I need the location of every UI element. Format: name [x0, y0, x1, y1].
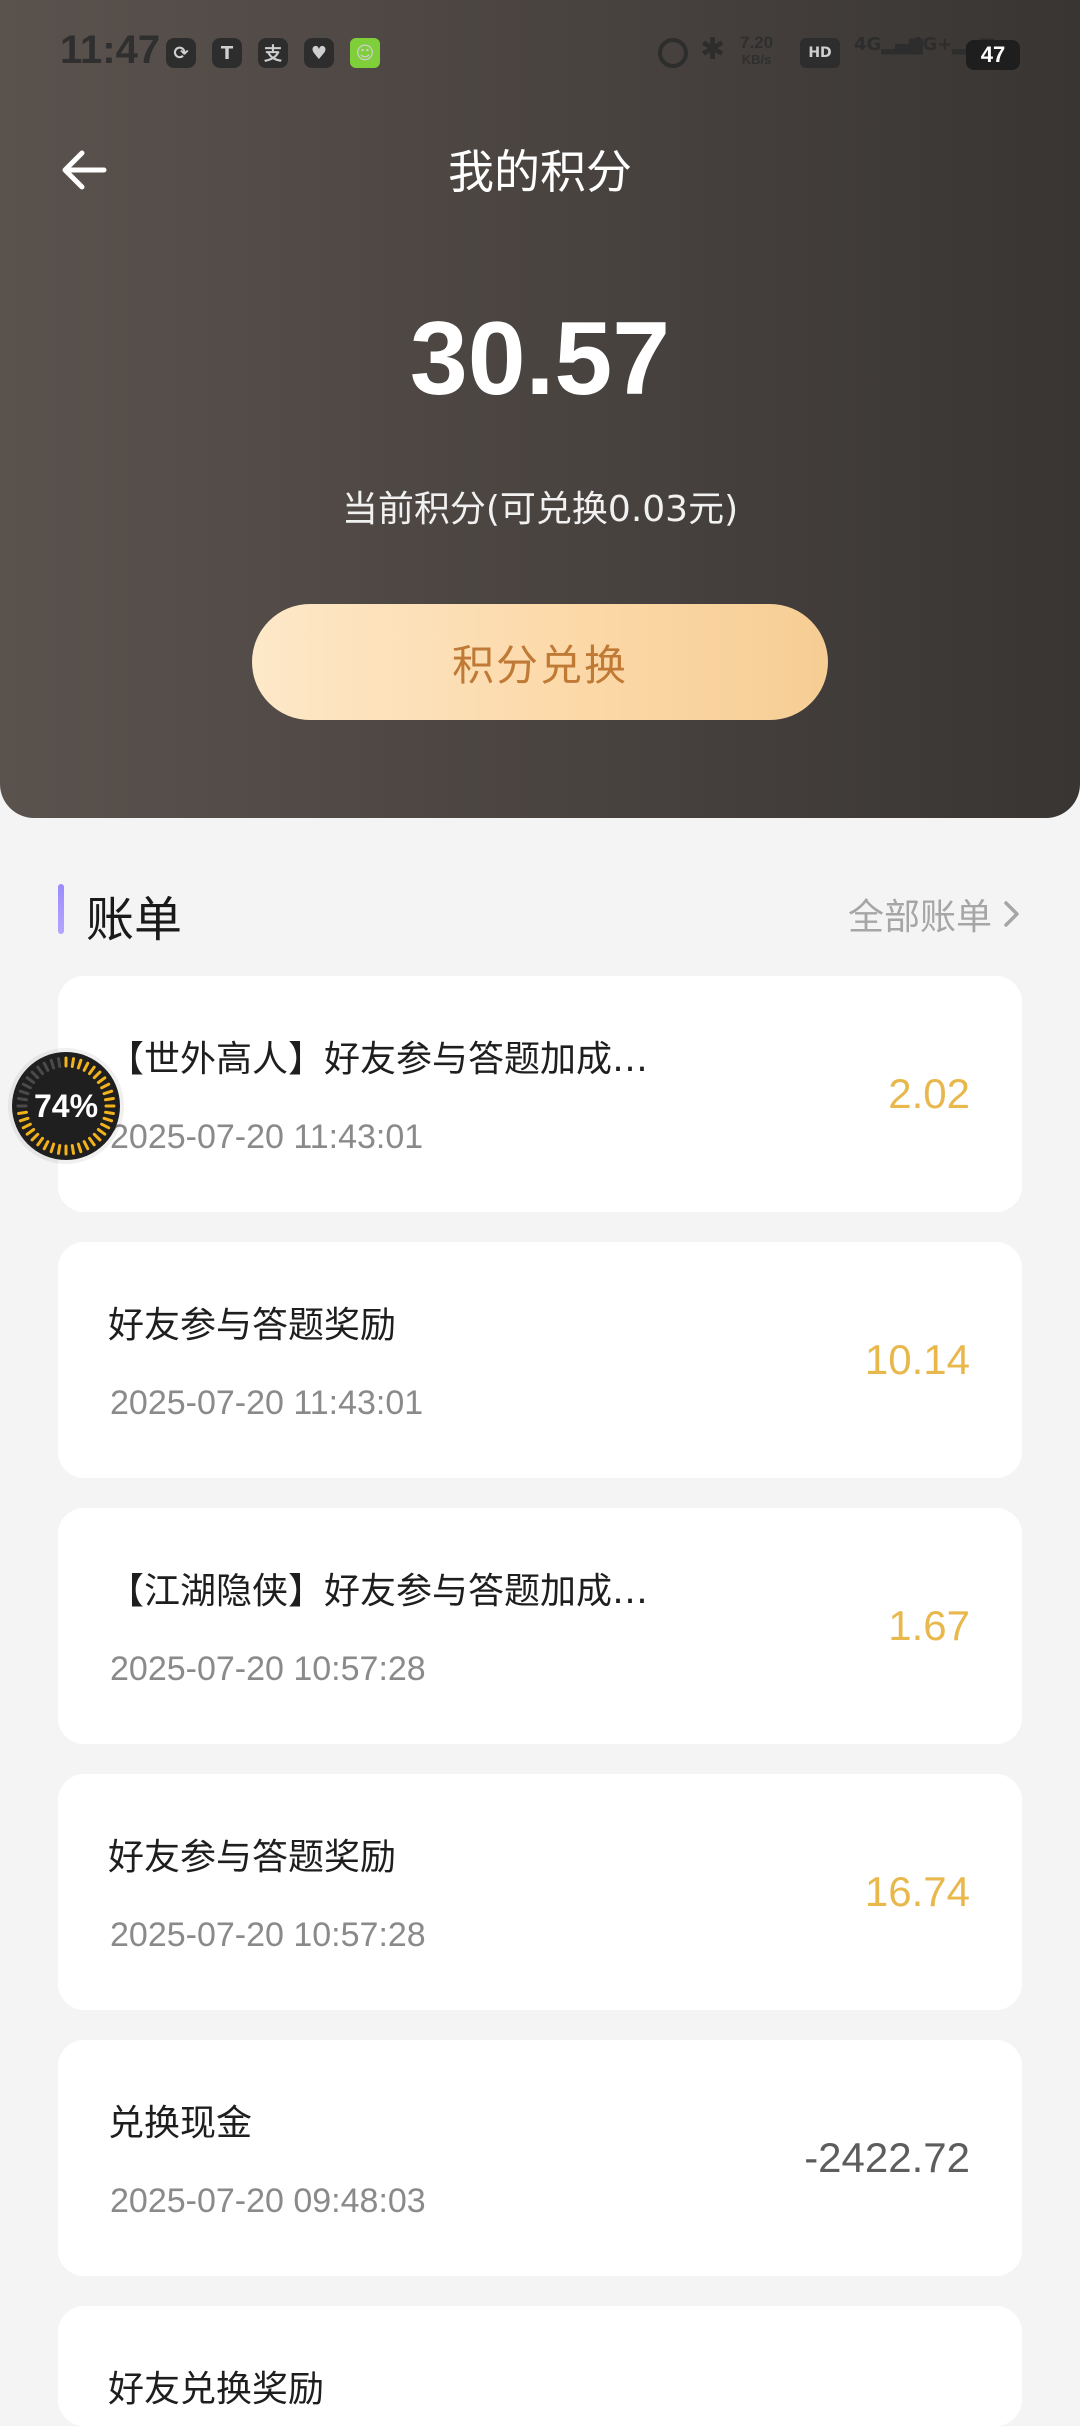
transaction-card[interactable]: 【江湖隐侠】好友参与答题加成… 2025-07-20 10:57:28 1.67 — [58, 1508, 1022, 1744]
transaction-amount: 16.74 — [864, 1868, 970, 1915]
transaction-amount: 10.14 — [864, 1336, 970, 1383]
bill-section-header: 账单 全部账单 — [58, 878, 1022, 948]
transaction-date: 2025-07-20 10:57:28 — [110, 1650, 426, 1688]
shield-app-icon: T — [212, 38, 242, 68]
transaction-date: 2025-07-20 09:48:03 — [110, 2182, 426, 2220]
transaction-title: 【世外高人】好友参与答题加成… — [108, 1039, 649, 1080]
chevron-right-icon — [1004, 901, 1019, 927]
transaction-card[interactable]: 好友兑换奖励 — [58, 2306, 1022, 2426]
transaction-card[interactable]: 【世外高人】好友参与答题加成… 2025-07-20 11:43:01 2.02 — [58, 976, 1022, 1212]
points-header: 11:47 ⟳ T 支 ♥ ☺ ✱ 7.20 KB/s HD 4G▂▄▆ 4G+… — [0, 0, 1080, 818]
alipay-icon: 支 — [258, 38, 288, 68]
points-value: 30.57 — [409, 301, 671, 417]
all-bills-label: 全部账单 — [847, 897, 992, 938]
battery-indicator: 47 — [966, 40, 1020, 70]
transaction-card[interactable]: 好友参与答题奖励 2025-07-20 10:57:28 16.74 — [58, 1774, 1022, 2010]
transaction-title: 好友参与答题奖励 — [108, 1305, 397, 1346]
sync-icon: ⟳ — [166, 38, 196, 68]
bluetooth-icon: ✱ — [700, 32, 726, 67]
page-title: 我的积分 — [448, 145, 632, 199]
transaction-amount: -2422.72 — [804, 2134, 970, 2181]
status-time: 11:47 — [60, 28, 161, 72]
transaction-date: 2025-07-20 11:43:01 — [110, 1118, 424, 1156]
all-bills-link[interactable]: 全部账单 — [848, 888, 1022, 940]
transaction-card[interactable]: 好友参与答题奖励 2025-07-20 11:43:01 10.14 — [58, 1242, 1022, 1478]
transaction-title: 好友参与答题奖励 — [108, 1837, 397, 1878]
bill-title: 账单 — [86, 892, 183, 948]
hd-icon: HD — [800, 38, 840, 68]
transaction-title: 【江湖隐侠】好友参与答题加成… — [108, 1571, 649, 1612]
net-speed: 7.20 KB/s — [740, 33, 774, 67]
game-app-icon: ☺ — [350, 38, 380, 68]
bill-accent-bar — [58, 884, 64, 934]
progress-percent: 74% — [33, 1087, 99, 1124]
transaction-date: 2025-07-20 11:43:01 — [110, 1384, 424, 1422]
transaction-amount: 2.02 — [888, 1070, 970, 1117]
alarm-icon — [658, 38, 688, 68]
transaction-card[interactable]: 兑换现金 2025-07-20 09:48:03 -2422.72 — [58, 2040, 1022, 2276]
points-subtitle: 当前积分(可兑换0.03元) — [341, 489, 739, 530]
floating-progress-badge[interactable]: 74% — [12, 1052, 120, 1160]
transaction-amount: 1.67 — [888, 1602, 970, 1649]
transaction-date: 2025-07-20 10:57:28 — [110, 1916, 426, 1954]
points-exchange-button[interactable]: 积分兑换 — [252, 604, 828, 720]
status-bar: 11:47 ⟳ T 支 ♥ ☺ ✱ 7.20 KB/s HD 4G▂▄▆ 4G+… — [0, 0, 1080, 110]
heart-app-icon: ♥ — [304, 38, 334, 68]
transaction-title: 好友兑换奖励 — [108, 2369, 325, 2410]
transaction-title: 兑换现金 — [108, 2103, 253, 2144]
